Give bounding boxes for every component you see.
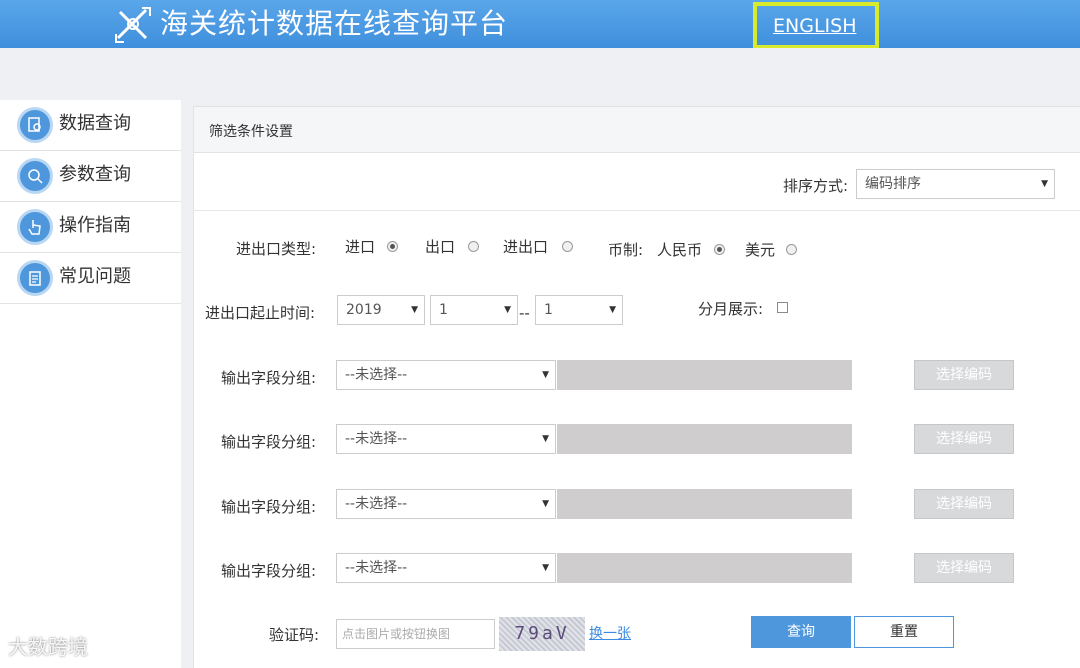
customs-emblem-icon	[115, 7, 151, 43]
field-group-label: 输出字段分组:	[221, 433, 317, 451]
sidebar-item-label: 参数查询	[59, 164, 131, 185]
sidebar-item-label: 常见问题	[59, 266, 131, 287]
reset-button[interactable]: 重置	[854, 616, 954, 648]
chevron-down-icon: ▼	[542, 563, 549, 573]
selected-codes-box	[557, 424, 852, 454]
sidebar-item-guide[interactable]: 操作指南	[0, 202, 181, 253]
radio-import-export[interactable]	[562, 241, 573, 252]
chevron-down-icon: ▼	[411, 305, 418, 315]
select-code-button[interactable]: 选择编码	[914, 553, 1014, 583]
clipboard-icon	[17, 260, 53, 296]
sort-label: 排序方式:	[783, 177, 849, 195]
chevron-down-icon: ▼	[609, 305, 616, 315]
currency-label: 币制:	[608, 241, 644, 259]
monthly-checkbox[interactable]	[777, 302, 788, 313]
chevron-down-icon: ▼	[542, 499, 549, 509]
field-group-select[interactable]: --未选择-- ▼	[336, 360, 556, 390]
radio-usd-label: 美元	[745, 241, 776, 259]
radio-import-export-label: 进出口	[503, 238, 549, 256]
field-group-value: --未选择--	[345, 560, 408, 576]
trade-type-label: 进出口类型:	[236, 240, 317, 258]
radio-import-label: 进口	[345, 238, 376, 256]
selected-codes-box	[557, 489, 852, 519]
field-group-select[interactable]: --未选择-- ▼	[336, 553, 556, 583]
select-code-button[interactable]: 选择编码	[914, 424, 1014, 454]
selected-codes-box	[557, 553, 852, 583]
field-group-value: --未选择--	[345, 431, 408, 447]
sort-select-value: 编码排序	[865, 176, 921, 192]
sort-select[interactable]: 编码排序 ▼	[856, 169, 1055, 199]
radio-rmb-label: 人民币	[657, 241, 703, 259]
sidebar-item-data-query[interactable]: 数据查询	[0, 100, 181, 151]
select-code-button[interactable]: 选择编码	[914, 489, 1014, 519]
start-month-value: 1	[439, 302, 448, 318]
field-group-label: 输出字段分组:	[221, 498, 317, 516]
sidebar-item-param-query[interactable]: 参数查询	[0, 151, 181, 202]
top-header: 海关统计数据在线查询平台 ENGLISH	[0, 0, 1080, 49]
captcha-image[interactable]: 79aV	[499, 617, 585, 651]
radio-import[interactable]	[387, 241, 398, 252]
divider	[194, 210, 1080, 211]
sidebar-item-faq[interactable]: 常见问题	[0, 253, 181, 304]
period-label: 进出口起止时间:	[205, 304, 316, 322]
field-group-select[interactable]: --未选择-- ▼	[336, 489, 556, 519]
sub-header-bar	[0, 48, 1080, 100]
watermark: 大数跨境	[8, 635, 88, 659]
english-link[interactable]: ENGLISH	[773, 14, 856, 38]
select-code-button[interactable]: 选择编码	[914, 360, 1014, 390]
field-group-value: --未选择--	[345, 367, 408, 383]
end-month-value: 1	[544, 302, 553, 318]
hand-pointer-icon	[17, 209, 53, 245]
sidebar-item-label: 数据查询	[59, 113, 131, 134]
field-group-select[interactable]: --未选择-- ▼	[336, 424, 556, 454]
captcha-label: 验证码:	[269, 626, 320, 644]
chevron-down-icon: ▼	[504, 305, 511, 315]
sidebar-item-label: 操作指南	[59, 215, 131, 236]
radio-export[interactable]	[468, 241, 479, 252]
field-group-label: 输出字段分组:	[221, 369, 317, 387]
start-month-select[interactable]: 1 ▼	[430, 295, 518, 325]
sidebar: 数据查询 参数查询 操作指南 常见问题	[0, 100, 181, 668]
year-select[interactable]: 2019 ▼	[337, 295, 425, 325]
captcha-placeholder: 点击图片或按钮换图	[342, 627, 451, 641]
chevron-down-icon: ▼	[1041, 179, 1048, 189]
captcha-refresh-link[interactable]: 换一张	[589, 625, 631, 643]
period-dash: --	[519, 304, 530, 322]
monthly-label: 分月展示:	[698, 300, 764, 318]
magnifier-icon	[17, 158, 53, 194]
year-select-value: 2019	[346, 302, 382, 318]
radio-usd[interactable]	[786, 244, 797, 255]
field-group-value: --未选择--	[345, 496, 408, 512]
document-search-icon	[17, 107, 53, 143]
radio-rmb[interactable]	[714, 244, 725, 255]
filter-panel: 筛选条件设置 排序方式: 编码排序 ▼ 进出口类型: 进口 出口 进出口 币制:…	[193, 106, 1080, 668]
panel-title: 筛选条件设置	[209, 124, 293, 140]
radio-export-label: 出口	[425, 238, 456, 256]
panel-header: 筛选条件设置	[194, 107, 1080, 153]
site-title: 海关统计数据在线查询平台	[160, 7, 509, 40]
query-button[interactable]: 查询	[751, 616, 851, 648]
field-group-label: 输出字段分组:	[221, 562, 317, 580]
captcha-input[interactable]: 点击图片或按钮换图	[336, 619, 495, 649]
chevron-down-icon: ▼	[542, 434, 549, 444]
end-month-select[interactable]: 1 ▼	[535, 295, 623, 325]
chevron-down-icon: ▼	[542, 370, 549, 380]
selected-codes-box	[557, 360, 852, 390]
